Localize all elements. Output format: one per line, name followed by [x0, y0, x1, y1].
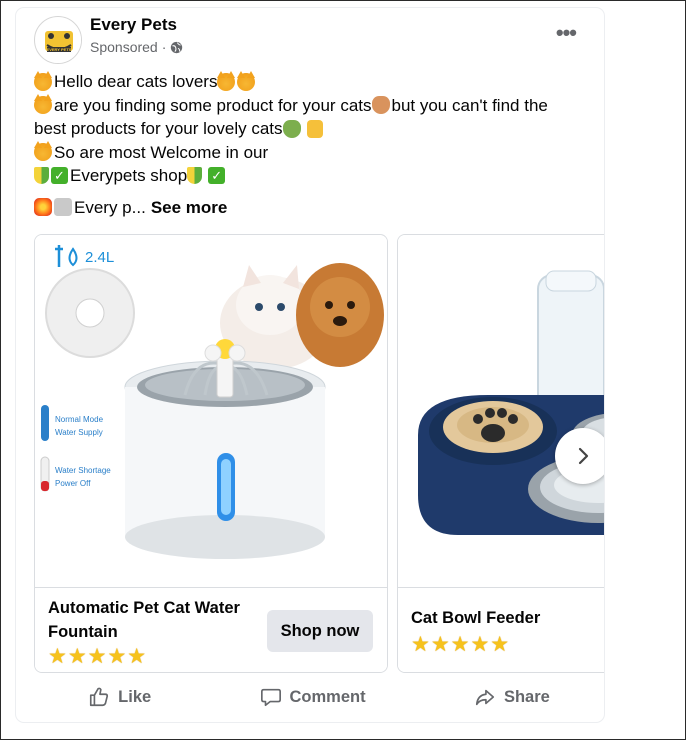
- post-line: Hello dear cats lovers: [34, 70, 594, 94]
- meta-separator: ·: [161, 39, 167, 55]
- post-actions-bar: Like Comment Share: [34, 678, 604, 716]
- post-line: best products for your lovely cats: [34, 117, 594, 141]
- rating-stars: ★★★★★: [48, 645, 148, 668]
- post-text: Hello dear cats lovers are you finding s…: [34, 70, 594, 219]
- product-carousel: 2.4L Normal Mode Water Supply Water Shor…: [34, 234, 604, 674]
- product-title[interactable]: Automatic Pet Cat Water Fountain: [48, 596, 240, 644]
- shop-now-button[interactable]: Shop now: [267, 610, 373, 652]
- thumbs-up-icon: [90, 687, 109, 707]
- thumbs-down-emoji-icon: [306, 119, 323, 138]
- svg-text:2.4L: 2.4L: [85, 249, 114, 266]
- comment-icon: [260, 688, 281, 707]
- dog-emoji-icon: [54, 198, 72, 217]
- page-name[interactable]: Every Pets: [90, 15, 177, 35]
- like-button[interactable]: Like: [88, 686, 151, 708]
- share-arrow-icon: [475, 689, 495, 706]
- carousel-next-button[interactable]: [555, 428, 604, 484]
- collision-emoji-icon: [34, 198, 52, 217]
- product-image-water-fountain[interactable]: 2.4L Normal Mode Water Supply Water Shor…: [35, 235, 387, 587]
- cat-face-emoji-icon: [34, 94, 52, 115]
- carousel-card[interactable]: 2.4L Normal Mode Water Supply Water Shor…: [34, 234, 388, 673]
- carousel-caption: Cat Bowl Feeder ★★★★★: [398, 587, 604, 672]
- smiling-cat-emoji-icon: [34, 141, 52, 162]
- every-pets-logo-icon: EVERY PETS: [36, 18, 81, 63]
- beginner-symbol-emoji-icon: [34, 167, 49, 185]
- post-line-truncated: Every p... See more: [34, 196, 594, 220]
- chevron-right-icon: [578, 447, 589, 465]
- svg-text:Power Off: Power Off: [55, 479, 91, 488]
- water-fountain-illustration: 2.4L Normal Mode Water Supply Water Shor…: [40, 245, 384, 559]
- svg-text:Water Shortage: Water Shortage: [55, 466, 111, 475]
- sponsored-post-card: EVERY PETS Every Pets Sponsored · ••• He…: [16, 8, 604, 722]
- smiling-cat-emoji-icon: [237, 70, 256, 91]
- svg-text:EVERY PETS: EVERY PETS: [47, 47, 72, 52]
- bowl-feeder-illustration: [418, 270, 604, 535]
- globe-icon: [171, 41, 183, 53]
- see-more-link[interactable]: See more: [151, 196, 228, 220]
- page-avatar[interactable]: EVERY PETS: [34, 16, 82, 64]
- product-image-bowl-feeder[interactable]: [398, 235, 604, 587]
- person-emoji-icon: [282, 119, 301, 138]
- svg-text:Water Supply: Water Supply: [55, 428, 103, 437]
- comment-button[interactable]: Comment: [260, 686, 366, 708]
- beginner-symbol-emoji-icon: [187, 167, 203, 185]
- post-line: So are most Welcome in our: [34, 141, 594, 165]
- share-button[interactable]: Share: [474, 686, 550, 708]
- more-options-button[interactable]: •••: [556, 22, 577, 44]
- check-mark-emoji-icon: ✓: [208, 167, 226, 185]
- check-mark-emoji-icon: ✓: [51, 167, 68, 185]
- thinking-person-emoji-icon: [371, 96, 390, 115]
- svg-text:Normal Mode: Normal Mode: [55, 415, 104, 424]
- post-meta: Sponsored ·: [90, 39, 183, 55]
- post-line: are you finding some product for your ca…: [34, 94, 594, 118]
- smiling-cat-emoji-icon: [34, 70, 52, 91]
- sponsored-label[interactable]: Sponsored: [90, 39, 158, 55]
- post-line: ✓ Everypets shop ✓: [34, 164, 594, 188]
- carousel-caption: Automatic Pet Cat Water Fountain ★★★★★ S…: [35, 587, 387, 672]
- smiling-cat-emoji-icon: [217, 70, 236, 91]
- product-title[interactable]: Cat Bowl Feeder: [411, 606, 540, 630]
- rating-stars: ★★★★★: [411, 633, 511, 656]
